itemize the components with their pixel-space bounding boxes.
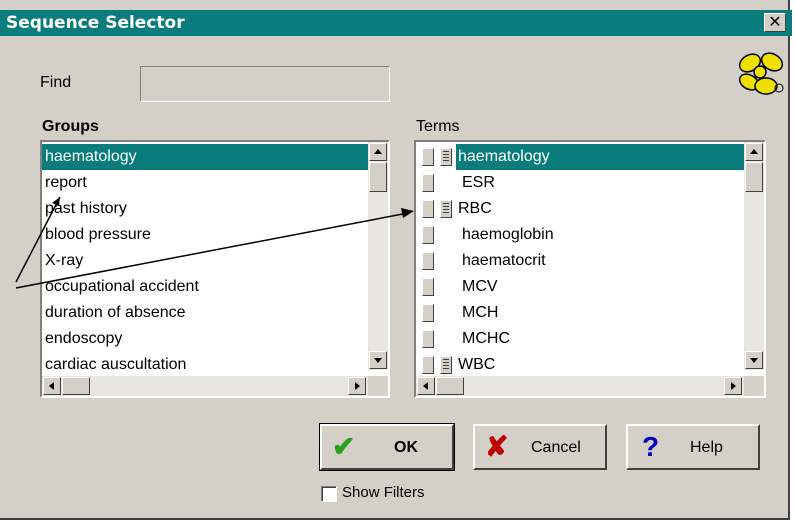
- scroll-thumb[interactable]: [745, 162, 763, 192]
- list-item[interactable]: WBC: [416, 352, 746, 378]
- close-button[interactable]: ✕: [764, 13, 786, 32]
- list-item[interactable]: ESR: [416, 170, 746, 196]
- groups-horizontal-scrollbar[interactable]: [42, 376, 368, 396]
- leaf-icon: [422, 304, 434, 322]
- scroll-thumb[interactable]: [62, 377, 90, 395]
- ok-button[interactable]: ✔ OK: [319, 423, 455, 471]
- arrow-up-icon: [374, 149, 382, 154]
- scroll-thumb[interactable]: [369, 162, 387, 192]
- arrow-down-icon: [750, 358, 758, 363]
- term-label: haematology: [456, 144, 744, 170]
- scroll-left-button[interactable]: [417, 377, 435, 395]
- leaf-icon: [422, 252, 434, 270]
- expand-icon[interactable]: [440, 356, 452, 374]
- groups-label: Groups: [42, 118, 99, 135]
- scroll-right-button[interactable]: [724, 377, 742, 395]
- arrow-right-icon: [731, 382, 736, 390]
- scroll-corner: [744, 376, 764, 396]
- list-item[interactable]: MCH: [416, 300, 746, 326]
- sequence-selector-dialog: Sequence Selector ✕ Find Groups haematol…: [0, 0, 792, 520]
- scroll-up-button[interactable]: [369, 143, 387, 161]
- check-icon: ✔: [332, 431, 356, 462]
- show-filters-label: Show Filters: [342, 484, 425, 501]
- cancel-button-label: Cancel: [531, 439, 581, 456]
- orchid-logo-icon: [738, 52, 784, 95]
- terms-vertical-scrollbar[interactable]: [744, 142, 764, 370]
- find-input[interactable]: [140, 66, 390, 102]
- terms-listbox[interactable]: haematology ESR RBC haemoglobin haematoc…: [414, 140, 766, 398]
- list-item[interactable]: haematology: [42, 144, 369, 170]
- show-filters-checkbox[interactable]: [321, 486, 337, 502]
- term-label: ESR: [462, 174, 495, 191]
- scroll-right-button[interactable]: [348, 377, 366, 395]
- leaf-icon: [422, 200, 434, 218]
- scroll-left-button[interactable]: [43, 377, 61, 395]
- list-item[interactable]: cardiac auscultation: [42, 352, 186, 378]
- leaf-icon: [422, 226, 434, 244]
- list-item[interactable]: blood pressure: [42, 222, 151, 248]
- question-icon: ?: [642, 431, 660, 462]
- find-label: Find: [40, 74, 72, 91]
- expand-icon[interactable]: [440, 148, 452, 166]
- list-item[interactable]: haemoglobin: [416, 222, 746, 248]
- list-item[interactable]: past history: [42, 196, 127, 222]
- scroll-thumb[interactable]: [436, 377, 464, 395]
- help-button[interactable]: ? Help: [626, 424, 760, 470]
- arrow-left-icon: [49, 382, 54, 390]
- x-icon: ✘: [485, 431, 509, 462]
- arrow-right-icon: [355, 382, 360, 390]
- scroll-up-button[interactable]: [745, 143, 763, 161]
- leaf-icon: [422, 148, 434, 166]
- term-label: haematocrit: [462, 252, 546, 269]
- scroll-down-button[interactable]: [369, 351, 387, 369]
- leaf-icon: [422, 356, 434, 374]
- leaf-icon: [422, 330, 434, 348]
- term-label: WBC: [458, 356, 496, 373]
- list-item[interactable]: haematology: [416, 144, 746, 170]
- list-item[interactable]: RBC: [416, 196, 746, 222]
- list-item[interactable]: haematocrit: [416, 248, 746, 274]
- list-item[interactable]: report: [42, 170, 87, 196]
- term-label: MCH: [462, 304, 499, 321]
- terms-horizontal-scrollbar[interactable]: [416, 376, 744, 396]
- close-icon[interactable]: ✕: [768, 12, 781, 31]
- expand-icon[interactable]: [440, 200, 452, 218]
- arrow-up-icon: [750, 149, 758, 154]
- list-item[interactable]: duration of absence: [42, 300, 186, 326]
- list-item[interactable]: endoscopy: [42, 326, 122, 352]
- list-item[interactable]: MCHC: [416, 326, 746, 352]
- leaf-icon: [422, 278, 434, 296]
- cancel-button[interactable]: ✘ Cancel: [473, 424, 607, 470]
- list-item[interactable]: occupational accident: [42, 274, 199, 300]
- list-item[interactable]: X-ray: [42, 248, 83, 274]
- term-label: RBC: [458, 200, 492, 217]
- window-title: Sequence Selector: [6, 13, 185, 33]
- arrow-down-icon: [374, 358, 382, 363]
- leaf-icon: [422, 174, 434, 192]
- ok-button-label: OK: [394, 439, 418, 456]
- help-button-label: Help: [690, 439, 723, 456]
- term-label: MCHC: [462, 330, 510, 347]
- term-label: MCV: [462, 278, 498, 295]
- title-bar: Sequence Selector ✕: [0, 10, 792, 36]
- arrow-left-icon: [423, 382, 428, 390]
- arrowhead: [401, 208, 414, 218]
- groups-listbox[interactable]: haematology report past history blood pr…: [40, 140, 390, 398]
- scroll-corner: [368, 376, 388, 396]
- scroll-down-button[interactable]: [745, 351, 763, 369]
- term-label: haemoglobin: [462, 226, 554, 243]
- list-item[interactable]: MCV: [416, 274, 746, 300]
- groups-vertical-scrollbar[interactable]: [368, 142, 388, 370]
- terms-label: Terms: [416, 118, 460, 135]
